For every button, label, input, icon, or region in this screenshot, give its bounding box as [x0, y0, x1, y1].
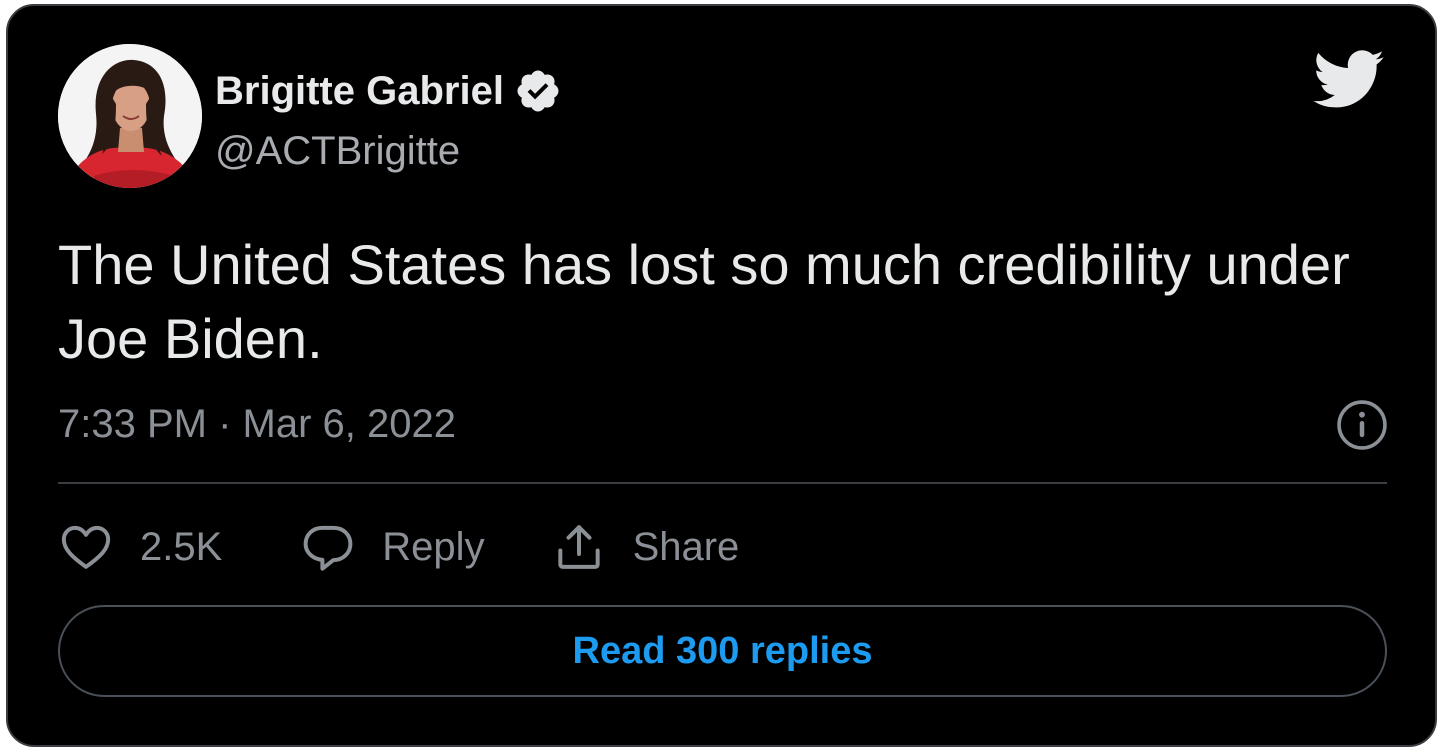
- read-replies-button[interactable]: Read 300 replies: [58, 605, 1387, 697]
- author-name-row: Brigitte Gabriel: [215, 66, 562, 116]
- info-icon[interactable]: [1335, 398, 1389, 452]
- divider: [58, 482, 1387, 484]
- share-label: Share: [632, 525, 740, 569]
- author-handle[interactable]: @ACTBrigitte: [215, 126, 460, 176]
- share-button[interactable]: Share: [551, 519, 740, 575]
- twitter-bird-icon[interactable]: [1313, 50, 1385, 110]
- reply-button[interactable]: Reply: [300, 519, 485, 575]
- like-count: 2.5K: [140, 525, 223, 569]
- speech-bubble-icon: [303, 525, 353, 571]
- heart-icon: [61, 525, 111, 569]
- read-replies-label: Read 300 replies: [572, 630, 873, 672]
- tweet-card: Brigitte Gabriel @ACTBrigitte The United…: [6, 4, 1437, 747]
- verified-badge-icon: [517, 70, 559, 112]
- reply-label: Reply: [382, 525, 485, 569]
- tweet-timestamp[interactable]: 7:33 PM · Mar 6, 2022: [58, 399, 456, 449]
- share-upload-icon: [557, 525, 600, 569]
- like-button[interactable]: 2.5K: [58, 519, 222, 575]
- tweet-text: The United States has lost so much credi…: [58, 233, 1350, 370]
- author-display-name[interactable]: Brigitte Gabriel: [215, 66, 504, 116]
- avatar[interactable]: [58, 44, 202, 188]
- tweet-actions: 2.5K Reply Share: [58, 514, 739, 580]
- avatar-image: [58, 44, 202, 188]
